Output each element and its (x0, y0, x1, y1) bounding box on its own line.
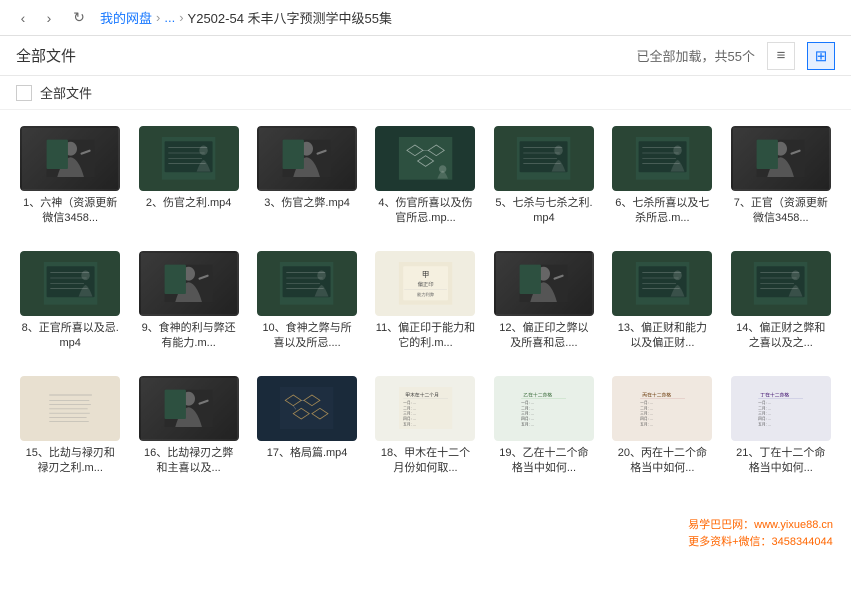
file-label: 4、伤官所喜以及伤官所忌.mp... (375, 196, 475, 227)
file-item[interactable]: 2、伤官之利.mp4 (134, 122, 242, 231)
file-item[interactable]: 17、格局篇.mp4 (253, 372, 361, 481)
file-item[interactable]: 甲木在十二个月 一月: ... 二月: ... 三月: ... 四月: ... … (371, 372, 479, 481)
svg-text:四月: ...: 四月: ... (758, 416, 771, 421)
forward-button[interactable]: › (38, 7, 60, 29)
svg-text:四月: ...: 四月: ... (522, 416, 535, 421)
grid-view-button[interactable]: ⊞ (807, 42, 835, 70)
file-label: 3、伤官之弊.mp4 (257, 196, 357, 211)
breadcrumb: 我的网盘 › ... › Y2502-54 禾丰八字预测学中级55集 (100, 8, 392, 27)
svg-text:三月: ...: 三月: ... (758, 410, 771, 415)
file-item[interactable]: 15、比劫与禄刃和禄刃之利.m... (16, 372, 124, 481)
file-grid: 1、六神（资源更新微信3458... 2、伤官之利.mp4 (16, 122, 835, 480)
toolbar-right: 已全部加载，共55个 ≡ ⊞ (637, 42, 835, 70)
watermark: 易学巴巴网：www.yixue88.cn 更多资料+微信：3458344044 (680, 513, 841, 554)
file-label: 2、伤官之利.mp4 (139, 196, 239, 211)
svg-text:二月: ...: 二月: ... (640, 405, 653, 410)
file-item[interactable]: 6、七杀所喜以及七杀所忌.m... (608, 122, 716, 231)
file-item[interactable]: 10、食神之弊与所喜以及所忌.... (253, 247, 361, 356)
toolbar-title: 全部文件 (16, 45, 76, 66)
file-label: 8、正官所喜以及忌.mp4 (20, 321, 120, 352)
file-item[interactable]: 甲 偏正印 能力利弊 11、偏正印于能力和它的利.m... (371, 247, 479, 356)
file-item[interactable]: 5、七杀与七杀之利.mp4 (490, 122, 598, 231)
breadcrumb-sep1: › (156, 10, 160, 25)
watermark-line1: 易学巴巴网：www.yixue88.cn (688, 517, 833, 534)
select-all-checkbox[interactable] (16, 85, 32, 101)
breadcrumb-sep2: › (179, 10, 183, 25)
file-label: 20、丙在十二个命格当中如何... (612, 446, 712, 477)
file-item[interactable]: 13、偏正财和能力以及偏正财... (608, 247, 716, 356)
file-label: 17、格局篇.mp4 (257, 446, 357, 461)
file-label: 11、偏正印于能力和它的利.m... (375, 321, 475, 352)
file-count: 已全部加载，共55个 (637, 46, 755, 65)
svg-text:四月: ...: 四月: ... (403, 416, 416, 421)
svg-text:五月: ...: 五月: ... (640, 421, 653, 426)
svg-text:四月: ...: 四月: ... (640, 416, 653, 421)
svg-text:二月: ...: 二月: ... (403, 405, 416, 410)
file-label: 9、食神的利与弊还有能力.m... (139, 321, 239, 352)
file-item[interactable]: 12、偏正印之弊以及所喜和忌.... (490, 247, 598, 356)
select-all-label: 全部文件 (40, 83, 92, 102)
file-label: 21、丁在十二个命格当中如何... (731, 446, 831, 477)
svg-text:五月: ...: 五月: ... (403, 421, 416, 426)
file-item[interactable]: 丁在十二命格 一月: ... 二月: ... 三月: ... 四月: ... 五… (727, 372, 835, 481)
file-item[interactable]: 8、正官所喜以及忌.mp4 (16, 247, 124, 356)
svg-text:三月: ...: 三月: ... (640, 410, 653, 415)
file-label: 15、比劫与禄刃和禄刃之利.m... (20, 446, 120, 477)
file-item[interactable]: 7、正官（资源更新微信3458... (727, 122, 835, 231)
breadcrumb-home[interactable]: 我的网盘 (100, 8, 152, 27)
breadcrumb-current: Y2502-54 禾丰八字预测学中级55集 (188, 8, 392, 27)
svg-text:三月: ...: 三月: ... (403, 410, 416, 415)
svg-text:一月: ...: 一月: ... (522, 400, 535, 405)
file-label: 10、食神之弊与所喜以及所忌.... (257, 321, 357, 352)
back-button[interactable]: ‹ (12, 7, 34, 29)
file-item[interactable]: 乙在十二命格 一月: ... 二月: ... 三月: ... 四月: ... 五… (490, 372, 598, 481)
svg-text:五月: ...: 五月: ... (758, 421, 771, 426)
file-item[interactable]: 14、偏正财之弊和之喜以及之... (727, 247, 835, 356)
refresh-button[interactable]: ↻ (68, 7, 90, 29)
svg-text:二月: ...: 二月: ... (522, 405, 535, 410)
file-label: 5、七杀与七杀之利.mp4 (494, 196, 594, 227)
file-item[interactable]: 4、伤官所喜以及伤官所忌.mp... (371, 122, 479, 231)
list-view-button[interactable]: ≡ (767, 42, 795, 70)
file-label: 7、正官（资源更新微信3458... (731, 196, 831, 227)
svg-text:一月: ...: 一月: ... (403, 400, 416, 405)
file-label: 12、偏正印之弊以及所喜和忌.... (494, 321, 594, 352)
top-bar: ‹ › ↻ 我的网盘 › ... › Y2502-54 禾丰八字预测学中级55集 (0, 0, 851, 36)
file-label: 18、甲木在十二个月份如何取... (375, 446, 475, 477)
file-item[interactable]: 丙在十二命格 一月: ... 二月: ... 三月: ... 四月: ... 五… (608, 372, 716, 481)
toolbar: 全部文件 已全部加载，共55个 ≡ ⊞ (0, 36, 851, 76)
nav-buttons: ‹ › (12, 7, 60, 29)
file-label: 6、七杀所喜以及七杀所忌.m... (612, 196, 712, 227)
svg-text:一月: ...: 一月: ... (640, 400, 653, 405)
select-all-row: 全部文件 (0, 76, 851, 110)
svg-text:甲: 甲 (422, 270, 429, 279)
svg-text:五月: ...: 五月: ... (522, 421, 535, 426)
file-item[interactable]: 1、六神（资源更新微信3458... (16, 122, 124, 231)
grid-area: 1、六神（资源更新微信3458... 2、伤官之利.mp4 (0, 110, 851, 594)
file-label: 1、六神（资源更新微信3458... (20, 196, 120, 227)
file-item[interactable]: 9、食神的利与弊还有能力.m... (134, 247, 242, 356)
file-item[interactable]: 16、比劫禄刃之弊和主喜以及... (134, 372, 242, 481)
svg-text:一月: ...: 一月: ... (758, 400, 771, 405)
file-label: 14、偏正财之弊和之喜以及之... (731, 321, 831, 352)
file-label: 13、偏正财和能力以及偏正财... (612, 321, 712, 352)
svg-text:能力利弊: 能力利弊 (417, 291, 435, 298)
watermark-line2: 更多资料+微信：3458344044 (688, 534, 833, 551)
svg-text:二月: ...: 二月: ... (758, 405, 771, 410)
file-label: 19、乙在十二个命格当中如何... (494, 446, 594, 477)
svg-text:三月: ...: 三月: ... (522, 410, 535, 415)
file-item[interactable]: 3、伤官之弊.mp4 (253, 122, 361, 231)
breadcrumb-ellipsis[interactable]: ... (164, 10, 175, 25)
file-label: 16、比劫禄刃之弊和主喜以及... (139, 446, 239, 477)
